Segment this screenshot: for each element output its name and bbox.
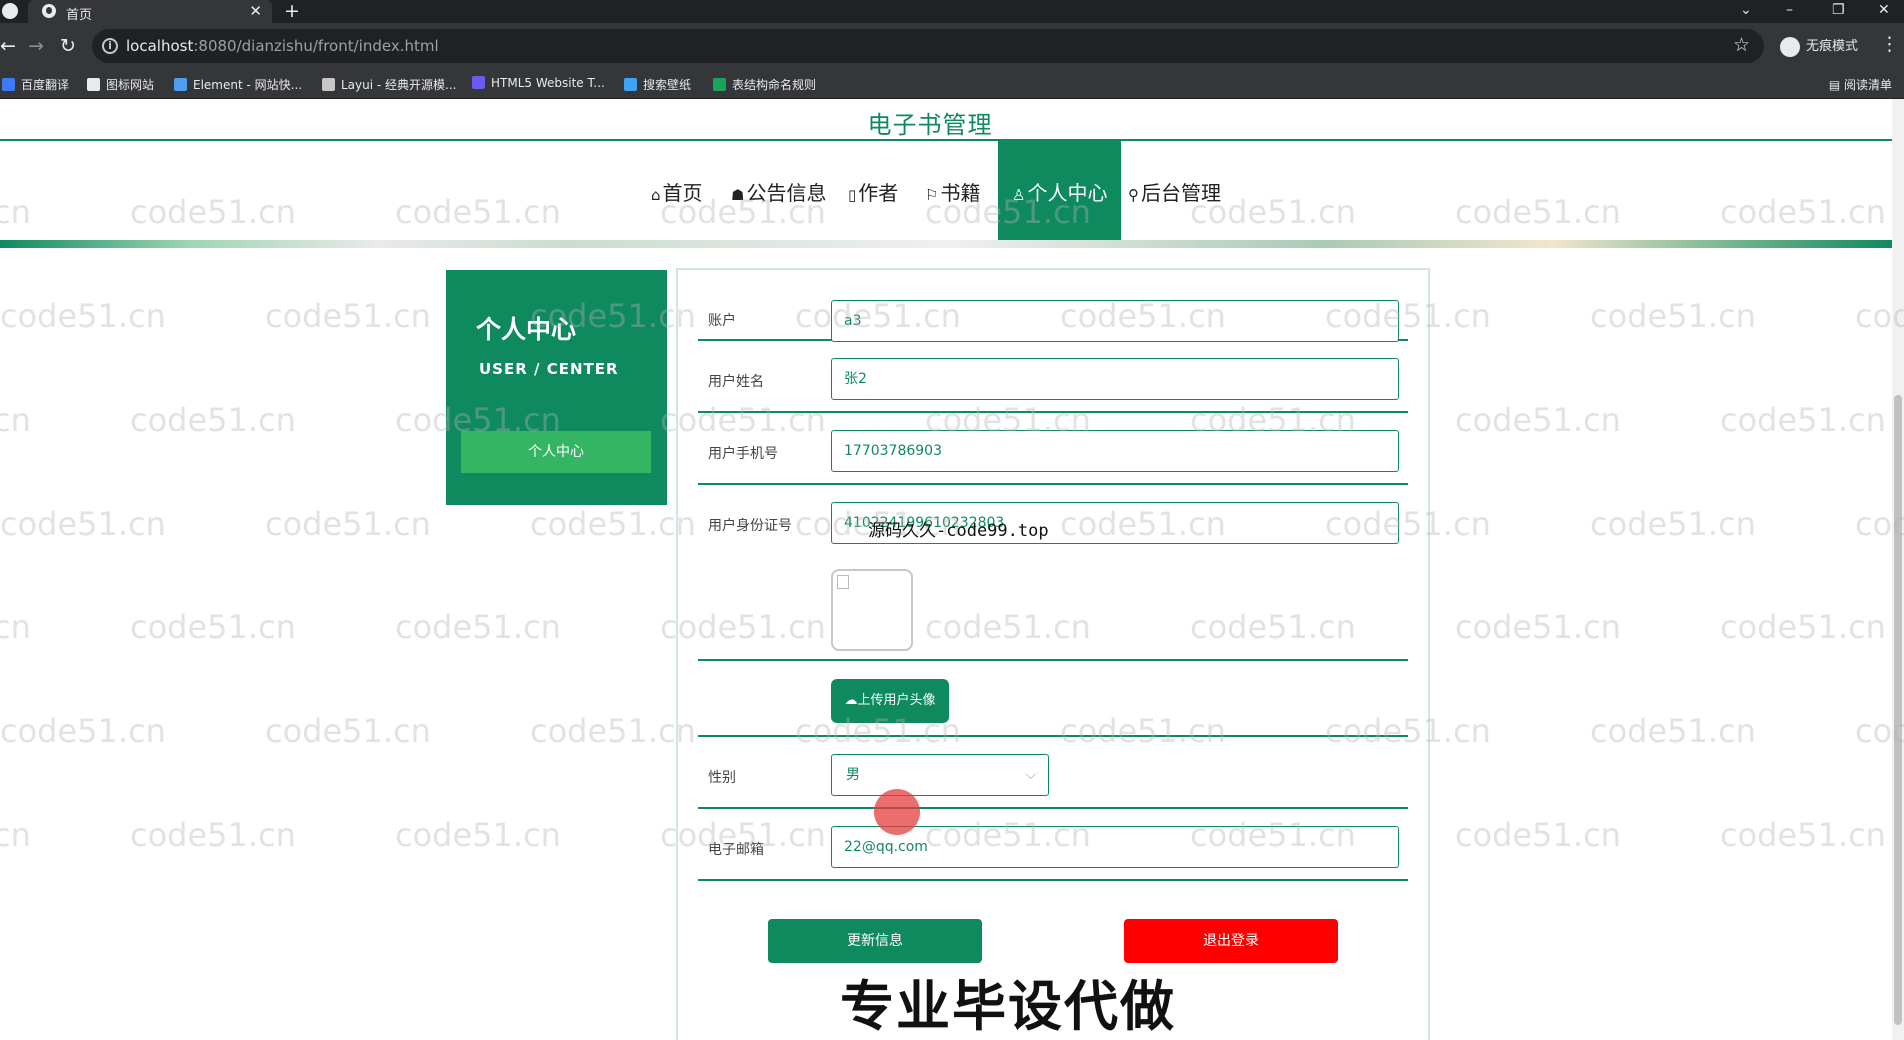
minimize-icon[interactable]: – — [1786, 0, 1793, 23]
email-label: 电子邮箱 — [708, 842, 764, 858]
table-icon — [713, 78, 726, 91]
incognito-label: 无痕模式 — [1806, 39, 1859, 54]
sidebar-subtitle: USER / CENTER — [479, 360, 619, 378]
bookmark-item[interactable]: 搜索壁纸 — [624, 76, 691, 93]
upload-avatar-button[interactable]: ☁上传用户头像 — [831, 679, 949, 723]
bookmark-star-icon[interactable]: ☆ — [1733, 34, 1750, 56]
reading-list-icon: ▤ — [1828, 78, 1844, 92]
phone-input[interactable]: 17703786903 — [831, 430, 1399, 472]
translate-icon — [2, 78, 15, 91]
chevron-down-icon: ⌵ — [1025, 767, 1036, 783]
bookmark-item[interactable]: 表结构命名规则 — [713, 76, 816, 93]
scrollbar-thumb[interactable] — [1894, 395, 1902, 1025]
name-input[interactable]: 张2 — [831, 358, 1399, 400]
close-window-icon[interactable]: ✕ — [1878, 0, 1890, 23]
nav-admin[interactable]: ⚲ 后台管理 — [1128, 141, 1221, 241]
author-card-icon: ▯ — [848, 186, 857, 204]
flag-icon: ⚐ — [925, 186, 939, 204]
form-row-avatar — [698, 557, 1408, 661]
form-row-email: 电子邮箱 22@qq.com — [698, 809, 1408, 881]
chrome-icon — [2, 3, 18, 19]
nav-home[interactable]: ⌂ 首页 — [651, 141, 703, 241]
site-info-icon[interactable]: i — [102, 38, 118, 54]
main-nav: ⌂ 首页 ☗ 公告信息 ▯ 作者 ⚐ 书籍 ♙ 个人中心 ⚲ 后台管理 — [0, 141, 1892, 241]
nav-authors[interactable]: ▯ 作者 — [848, 141, 898, 241]
restore-icon[interactable]: ❐ — [1832, 0, 1845, 23]
bookmark-item[interactable]: HTML5 Website T... — [472, 76, 605, 90]
reading-list-button[interactable]: ▤ 阅读清单 — [1829, 76, 1892, 93]
avatar-preview[interactable] — [831, 569, 913, 651]
name-label: 用户姓名 — [708, 374, 764, 390]
flag-icon — [87, 78, 100, 91]
nav-announcements[interactable]: ☗ 公告信息 — [731, 141, 826, 241]
cloud-upload-icon: ☁ — [844, 693, 858, 708]
page-scrollbar[interactable] — [1892, 99, 1904, 1040]
form-row-phone: 用户手机号 17703786903 — [698, 413, 1408, 485]
home-icon: ⌂ — [651, 186, 661, 204]
wallpaper-icon — [624, 78, 637, 91]
sidebar-item-personal-center[interactable]: 个人中心 — [461, 431, 651, 473]
nav-books[interactable]: ⚐ 书籍 — [925, 141, 980, 241]
new-tab-icon[interactable]: + — [284, 0, 300, 23]
form-row-upload: ☁上传用户头像 — [698, 661, 1408, 737]
browser-menu-icon[interactable]: ⋮ — [1880, 33, 1899, 55]
account-label: 账户 — [708, 313, 736, 329]
user-icon: ♙ — [1012, 186, 1026, 204]
bookmark-item[interactable]: Layui - 经典开源模... — [322, 76, 456, 93]
phone-label: 用户手机号 — [708, 446, 778, 462]
form-row-account: 账户 a3 — [698, 270, 1408, 342]
form-row-name: 用户姓名 张2 — [698, 341, 1408, 413]
layui-icon — [322, 78, 335, 91]
gender-value: 男 — [846, 767, 860, 783]
bookmarks-bar: 百度翻译 图标网站 Element - 网站快... Layui - 经典开源模… — [0, 70, 1904, 99]
update-info-button[interactable]: 更新信息 — [768, 919, 982, 963]
tab-search-icon[interactable]: ⌄ — [1740, 0, 1752, 23]
globe-icon — [42, 4, 56, 18]
email-input[interactable]: 22@qq.com — [831, 826, 1399, 868]
close-tab-icon[interactable]: ✕ — [249, 2, 262, 20]
incognito-indicator[interactable]: 无痕模式 — [1780, 35, 1858, 57]
nav-personal-center[interactable]: ♙ 个人中心 — [998, 141, 1122, 241]
bookmark-item[interactable]: 百度翻译 — [2, 76, 69, 93]
tab-title: 首页 — [66, 8, 93, 23]
source-watermark: 源码久久-code99.top — [868, 521, 1049, 541]
url-input[interactable]: i localhost:8080/dianzishu/front/index.h… — [92, 29, 1764, 63]
forward-icon[interactable]: → — [28, 35, 44, 57]
account-input[interactable]: a3 — [831, 300, 1399, 342]
idcard-label: 用户身份证号 — [708, 518, 792, 534]
incognito-icon — [1780, 36, 1800, 57]
back-icon[interactable]: ← — [0, 35, 16, 57]
bookmark-item[interactable]: 图标网站 — [87, 76, 154, 93]
form-row-gender: 性别 男 ⌵ — [698, 737, 1408, 809]
reload-icon[interactable]: ↻ — [60, 35, 76, 57]
browser-tab-strip: 首页 ✕ + ⌄ – ❐ ✕ — [0, 0, 1904, 23]
bookmark-item[interactable]: Element - 网站快... — [174, 76, 302, 93]
element-icon — [174, 78, 187, 91]
sidebar-title: 个人中心 — [476, 315, 577, 344]
user-center-sidebar: 个人中心 USER / CENTER 个人中心 — [446, 270, 667, 505]
page-content: 电子书管理 ⌂ 首页 ☗ 公告信息 ▯ 作者 ⚐ 书籍 ♙ 个人中心 ⚲ 后台管理 个人中心… — [0, 99, 1904, 1040]
address-bar: ← → ↻ i localhost:8080/dianzishu/front/i… — [0, 23, 1904, 70]
graduation-cap-icon: ☗ — [731, 186, 745, 204]
link-icon: ⚲ — [1128, 186, 1139, 204]
gender-label: 性别 — [708, 770, 736, 786]
gender-select[interactable]: 男 ⌵ — [831, 754, 1049, 796]
form-row-idcard: 用户身份证号 410224199610232803 — [698, 485, 1408, 557]
url-path: :8080/dianzishu/front/index.html — [193, 37, 439, 55]
html5-icon — [472, 76, 485, 89]
browser-tab[interactable]: 首页 ✕ — [28, 0, 272, 23]
logout-button[interactable]: 退出登录 — [1124, 919, 1338, 963]
banner-strip — [0, 240, 1892, 248]
ad-caption: 专业毕设代做 — [840, 975, 1176, 1038]
url-host: localhost — [126, 37, 194, 55]
site-title: 电子书管理 — [867, 111, 993, 139]
